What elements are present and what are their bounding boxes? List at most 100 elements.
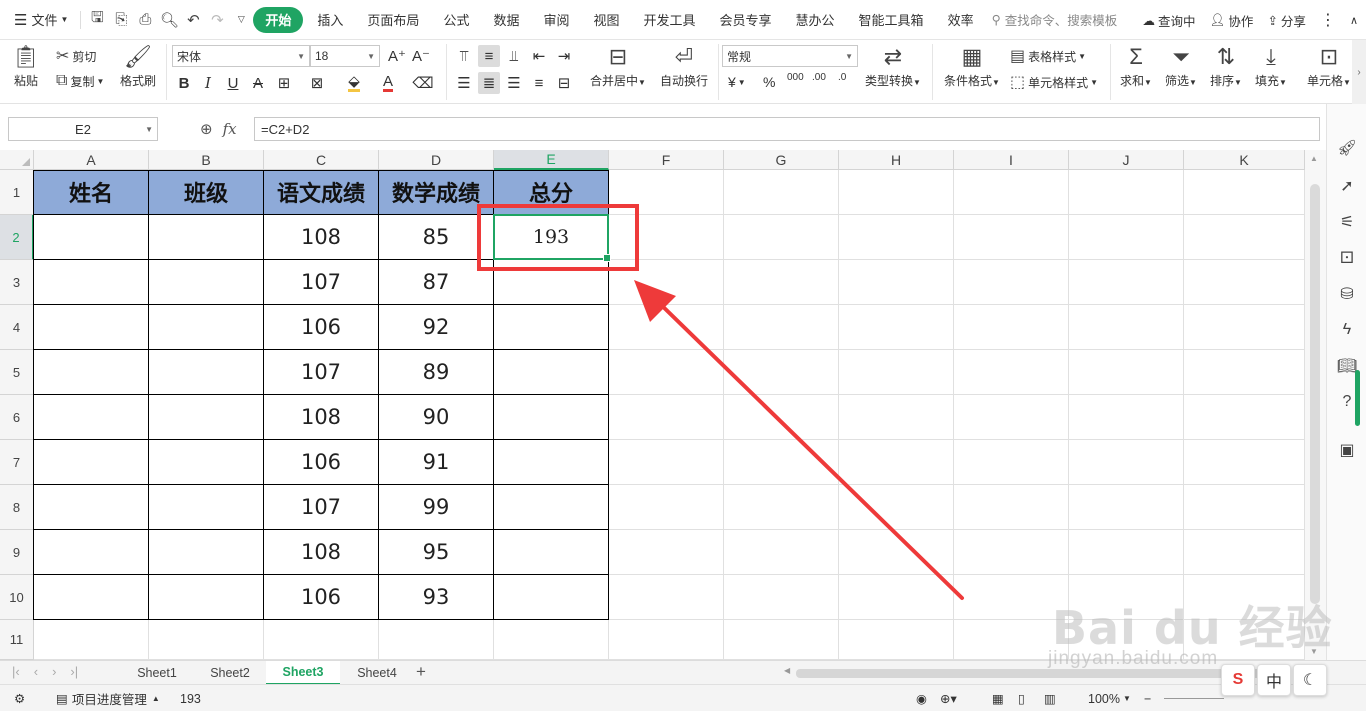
cell-k8[interactable] — [1184, 485, 1305, 530]
row-header-11[interactable]: 11 — [0, 620, 34, 660]
cell-j11[interactable] — [1069, 620, 1184, 660]
column-header-i[interactable]: I — [954, 150, 1069, 170]
cell-e5[interactable] — [494, 350, 609, 395]
tab-developer[interactable]: 开发工具 — [636, 7, 704, 33]
cell-k5[interactable] — [1184, 350, 1305, 395]
fill-color-icon[interactable]: ⬙ — [343, 72, 365, 94]
cell-e3[interactable] — [494, 260, 609, 305]
cell-g7[interactable] — [724, 440, 839, 485]
cell-d10[interactable]: 93 — [379, 575, 494, 620]
table-style-button[interactable]: ▤ 表格样式 ▼ — [1010, 46, 1086, 66]
last-sheet-icon[interactable]: ›| — [70, 664, 78, 679]
merge-center-button[interactable]: ⊟ 合并居中▼ — [588, 42, 648, 89]
cell-style-button[interactable]: ⬚ 单元格样式 ▼ — [1010, 72, 1098, 92]
row-header-10[interactable]: 10 — [0, 575, 34, 620]
cell-c5[interactable]: 107 — [264, 350, 379, 395]
cell-a2[interactable] — [34, 215, 149, 260]
cell-button[interactable]: ⊡ 单元格▼ — [1304, 42, 1354, 89]
cell-j8[interactable] — [1069, 485, 1184, 530]
cell-i6[interactable] — [954, 395, 1069, 440]
borders-icon[interactable]: ⊞ — [273, 72, 295, 94]
row-header-6[interactable]: 6 — [0, 395, 34, 440]
normal-view-icon[interactable]: ▦ — [992, 685, 1004, 711]
bold-icon[interactable]: B — [173, 72, 195, 94]
row-header-7[interactable]: 7 — [0, 440, 34, 485]
quick-access-dropdown-icon[interactable]: ▽ — [229, 8, 253, 32]
cell-b7[interactable] — [149, 440, 264, 485]
moon-icon[interactable]: ☾ — [1293, 664, 1327, 696]
cell-g11[interactable] — [724, 620, 839, 660]
cell-d9[interactable]: 95 — [379, 530, 494, 575]
tab-smart-office[interactable]: 慧办公 — [788, 7, 843, 33]
tab-review[interactable]: 审阅 — [535, 7, 577, 33]
sheet-tab-2[interactable]: Sheet2 — [194, 661, 266, 685]
cell-h2[interactable] — [839, 215, 954, 260]
print-preview-icon[interactable]: 🔍︎ — [157, 8, 181, 32]
cell-f2[interactable] — [609, 215, 724, 260]
sheet-tab-1[interactable]: Sheet1 — [120, 661, 194, 685]
formula-input[interactable]: =C2+D2 — [254, 117, 1320, 141]
number-format-select[interactable]: 常规 ▼ — [722, 45, 858, 67]
cell-i11[interactable] — [954, 620, 1069, 660]
decrease-decimal-button[interactable]: .0 — [838, 72, 846, 83]
column-header-c[interactable]: C — [264, 150, 379, 170]
diagonal-border-icon[interactable]: ⊠ — [306, 72, 328, 94]
sheet-tab-4[interactable]: Sheet4 — [340, 661, 414, 685]
cell-d8[interactable]: 99 — [379, 485, 494, 530]
cell-c8[interactable]: 107 — [264, 485, 379, 530]
cell-c1[interactable]: 语文成绩 — [264, 170, 379, 215]
cell-d6[interactable]: 90 — [379, 395, 494, 440]
cell-f4[interactable] — [609, 305, 724, 350]
select-all-corner[interactable] — [0, 150, 34, 170]
tab-insert[interactable]: 插入 — [309, 7, 351, 33]
italic-icon[interactable]: I — [197, 72, 219, 94]
cell-g1[interactable] — [724, 170, 839, 215]
name-box[interactable]: E2 ▼ — [8, 117, 158, 141]
cell-d11[interactable] — [379, 620, 494, 660]
prev-sheet-icon[interactable]: ‹ — [34, 664, 38, 679]
fill-button[interactable]: ⤓ 填充▼ — [1250, 42, 1292, 89]
cell-f3[interactable] — [609, 260, 724, 305]
cell-e4[interactable] — [494, 305, 609, 350]
cell-d2[interactable]: 85 — [379, 215, 494, 260]
column-header-e[interactable]: E — [494, 150, 609, 170]
zoom-slider[interactable] — [1164, 685, 1224, 711]
tab-smart-toolbox[interactable]: 智能工具箱 — [851, 7, 932, 33]
print-icon[interactable]: ⎙ — [133, 8, 157, 32]
redo-icon[interactable]: ↷ — [205, 8, 229, 32]
first-sheet-icon[interactable]: |‹ — [12, 664, 20, 679]
justify-icon[interactable]: ≡ — [528, 72, 550, 94]
cell-e1[interactable]: 总分 — [494, 170, 609, 215]
cell-j6[interactable] — [1069, 395, 1184, 440]
sliders-icon[interactable]: ⚟ — [1335, 210, 1359, 234]
cell-b8[interactable] — [149, 485, 264, 530]
row-header-1[interactable]: 1 — [0, 170, 34, 215]
strikethrough-icon[interactable]: A — [247, 72, 269, 94]
collapse-ribbon-icon[interactable]: ∧ — [1350, 14, 1358, 27]
sum-button[interactable]: Σ 求和▼ — [1116, 42, 1156, 89]
cell-i1[interactable] — [954, 170, 1069, 215]
cell-f6[interactable] — [609, 395, 724, 440]
scrollbar-thumb[interactable] — [1310, 184, 1320, 604]
cell-c6[interactable]: 108 — [264, 395, 379, 440]
align-center-icon[interactable]: ≣ — [478, 72, 500, 94]
cell-k7[interactable] — [1184, 440, 1305, 485]
app-store-icon[interactable]: ▣ — [1335, 438, 1359, 462]
scroll-down-icon[interactable]: ▼ — [1310, 647, 1318, 656]
cell-j1[interactable] — [1069, 170, 1184, 215]
cell-i9[interactable] — [954, 530, 1069, 575]
row-header-8[interactable]: 8 — [0, 485, 34, 530]
wrap-text-button[interactable]: ⏎ 自动换行 — [656, 42, 712, 89]
cell-e10[interactable] — [494, 575, 609, 620]
ime-mode-button[interactable]: 中 — [1257, 664, 1291, 696]
cell-k2[interactable] — [1184, 215, 1305, 260]
cell-f10[interactable] — [609, 575, 724, 620]
tab-data[interactable]: 数据 — [485, 7, 527, 33]
cell-b9[interactable] — [149, 530, 264, 575]
tab-efficiency[interactable]: 效率 — [940, 7, 982, 33]
indent-increase-icon[interactable]: ⇥ — [553, 45, 575, 67]
column-header-k[interactable]: K — [1184, 150, 1305, 170]
cell-b6[interactable] — [149, 395, 264, 440]
row-header-9[interactable]: 9 — [0, 530, 34, 575]
cell-a11[interactable] — [34, 620, 149, 660]
